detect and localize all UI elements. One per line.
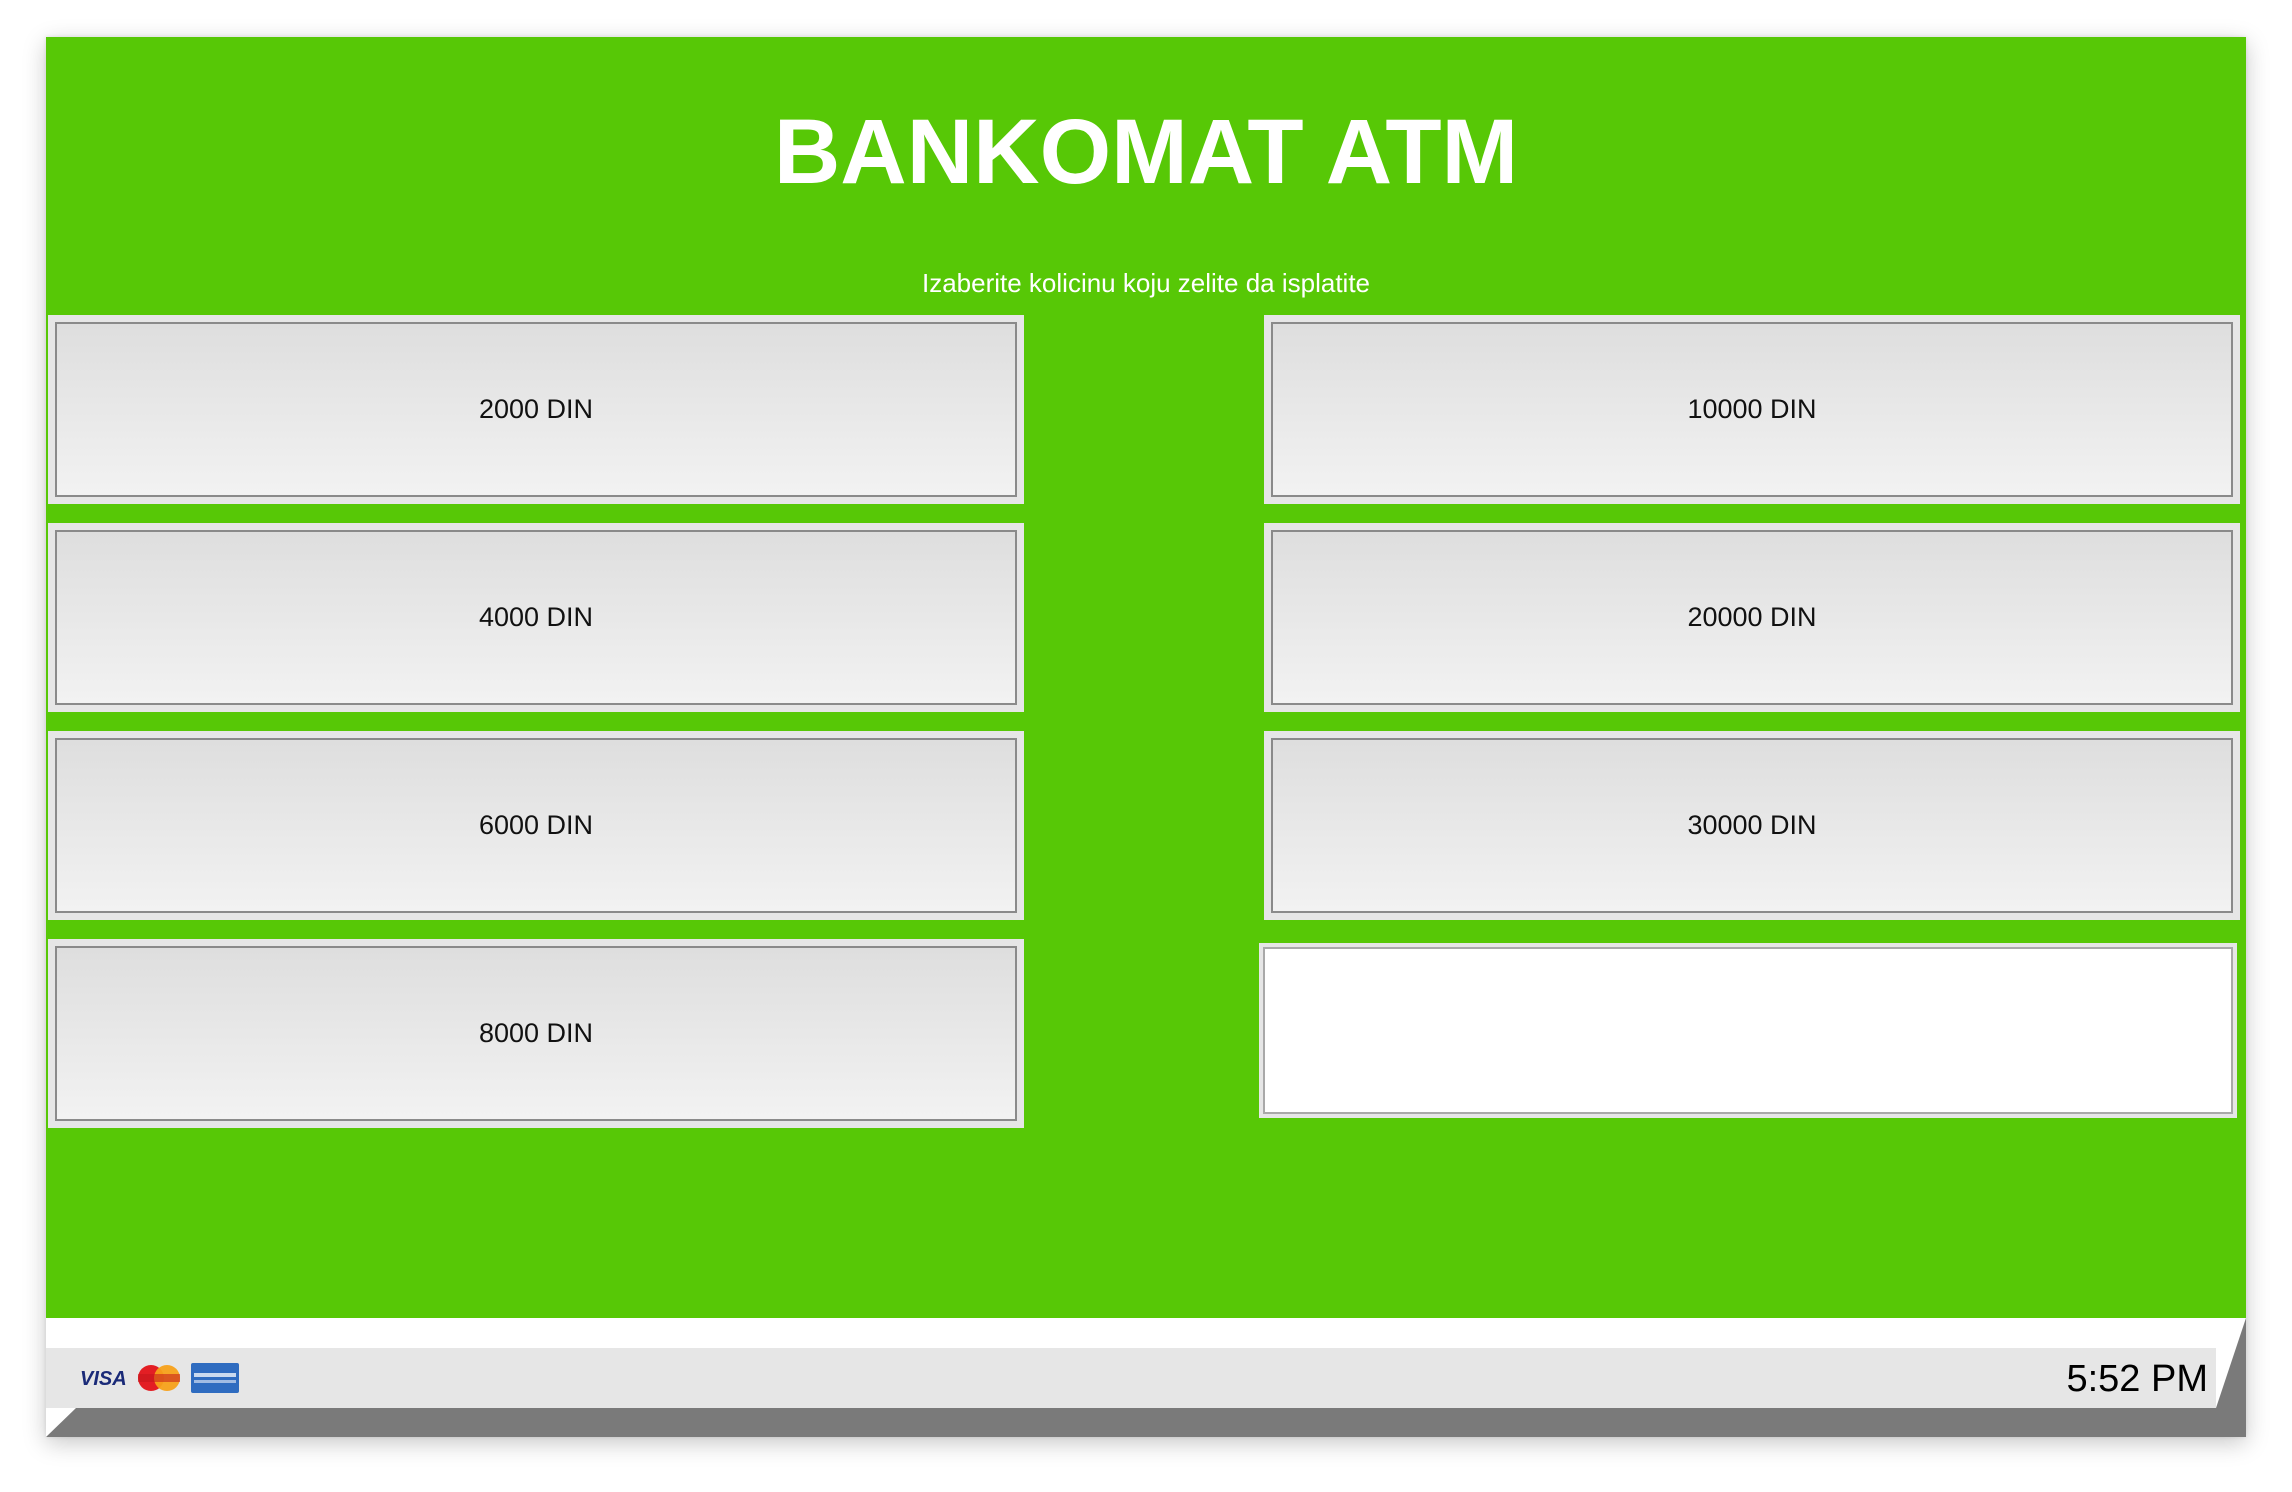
amount-button-4000[interactable]: 4000 DIN	[55, 530, 1017, 705]
page-title: BANKOMAT ATM	[773, 101, 1519, 203]
atm-window: BANKOMAT ATM Izaberite kolicinu koju zel…	[46, 37, 2246, 1437]
footer-bevel-corner	[2216, 1318, 2246, 1408]
amount-button-6000[interactable]: 6000 DIN	[55, 738, 1017, 913]
svg-text:VISA: VISA	[80, 1368, 127, 1390]
clock: 5:52 PM	[2066, 1358, 2208, 1400]
payment-cards: VISA	[78, 1360, 240, 1396]
instruction-text: Izaberite kolicinu koju zelite da isplat…	[921, 268, 1371, 298]
amount-button-10000[interactable]: 10000 DIN	[1271, 322, 2233, 497]
footer-bevel-corner-left	[46, 1408, 76, 1437]
atm-screen: BANKOMAT ATM Izaberite kolicinu koju zel…	[46, 37, 2246, 1318]
amount-button-2000[interactable]: 2000 DIN	[55, 322, 1017, 497]
mastercard-icon	[134, 1364, 184, 1392]
empty-slot	[1263, 947, 2233, 1114]
visa-icon: VISA	[78, 1364, 128, 1392]
footer-bevel-shadow	[46, 1408, 2246, 1437]
amount-button-8000[interactable]: 8000 DIN	[55, 946, 1017, 1121]
amount-button-20000[interactable]: 20000 DIN	[1271, 530, 2233, 705]
footer-bar: VISA 5:52 PM	[46, 1348, 2216, 1408]
amount-button-30000[interactable]: 30000 DIN	[1271, 738, 2233, 913]
american-express-icon	[190, 1363, 240, 1393]
